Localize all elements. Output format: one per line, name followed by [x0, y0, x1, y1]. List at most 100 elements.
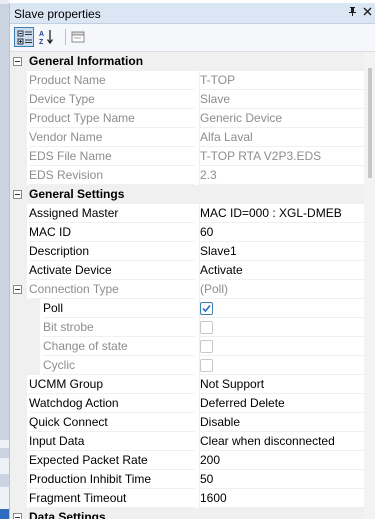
- property-name: Product Type Name: [29, 109, 195, 128]
- property-value[interactable]: 60: [199, 223, 364, 242]
- property-name: Poll: [43, 299, 195, 318]
- property-pages-button[interactable]: [68, 27, 88, 47]
- vertical-scrollbar[interactable]: [364, 52, 375, 519]
- property-value: [199, 356, 364, 375]
- cyclic-checkbox[interactable]: [200, 359, 213, 372]
- property-row-quick-connect[interactable]: Quick Connect Disable: [10, 413, 364, 432]
- property-value: [199, 337, 364, 356]
- property-name: MAC ID: [29, 223, 195, 242]
- property-row-input-data[interactable]: Input Data Clear when disconnected: [10, 432, 364, 451]
- property-row-poll[interactable]: Poll: [10, 299, 364, 318]
- bit-strobe-checkbox[interactable]: [200, 321, 213, 334]
- property-name: Assigned Master: [29, 204, 195, 223]
- property-row-bit-strobe[interactable]: Bit strobe: [10, 318, 364, 337]
- property-row-eds-revision[interactable]: EDS Revision 2.3: [10, 166, 364, 185]
- category-data-settings[interactable]: Data Settings: [10, 508, 364, 519]
- property-name: Activate Device: [29, 261, 195, 280]
- property-row-cyclic[interactable]: Cyclic: [10, 356, 364, 375]
- property-name: EDS File Name: [29, 147, 195, 166]
- property-row-watchdog-action[interactable]: Watchdog Action Deferred Delete: [10, 394, 364, 413]
- property-value: T-TOP: [199, 71, 364, 90]
- property-row-assigned-master[interactable]: Assigned Master MAC ID=000 : XGL-DMEB: [10, 204, 364, 223]
- property-row-change-of-state[interactable]: Change of state: [10, 337, 364, 356]
- dock-strip-mark: [0, 440, 9, 448]
- property-row-connection-type[interactable]: Connection Type (Poll): [10, 280, 364, 299]
- property-name: Expected Packet Rate: [29, 451, 195, 470]
- category-general-information[interactable]: General Information: [10, 52, 364, 71]
- property-row-production-inhibit-time[interactable]: Production Inhibit Time 50: [10, 470, 364, 489]
- pin-icon[interactable]: [346, 6, 359, 19]
- left-dock-strip: [0, 0, 9, 519]
- collapse-icon[interactable]: [13, 513, 22, 519]
- property-name: Production Inhibit Time: [29, 470, 195, 489]
- property-name: Quick Connect: [29, 413, 195, 432]
- svg-text:Z: Z: [39, 39, 44, 45]
- property-name: Watchdog Action: [29, 394, 195, 413]
- poll-checkbox[interactable]: [200, 302, 213, 315]
- category-general-settings[interactable]: General Settings: [10, 185, 364, 204]
- dock-strip-mark: [0, 458, 9, 474]
- property-row-eds-file-name[interactable]: EDS File Name T-TOP RTA V2P3.EDS: [10, 147, 364, 166]
- property-name: Bit strobe: [43, 318, 195, 337]
- property-value[interactable]: Activate: [199, 261, 364, 280]
- dock-strip-top: [0, 0, 9, 4]
- property-row-product-type-name[interactable]: Product Type Name Generic Device: [10, 109, 364, 128]
- category-label: Data Settings: [29, 510, 106, 519]
- change-of-state-checkbox[interactable]: [200, 340, 213, 353]
- panel-title-bar[interactable]: Slave properties: [10, 3, 375, 24]
- property-name: EDS Revision: [29, 166, 195, 185]
- property-value: [199, 318, 364, 337]
- property-row-mac-id[interactable]: MAC ID 60: [10, 223, 364, 242]
- property-value: (Poll): [199, 280, 364, 299]
- property-value: T-TOP RTA V2P3.EDS: [199, 147, 364, 166]
- property-name: Device Type: [29, 90, 195, 109]
- property-value: Alfa Laval: [199, 128, 364, 147]
- property-row-ucmm-group[interactable]: UCMM Group Not Support: [10, 375, 364, 394]
- property-value[interactable]: 1600: [199, 489, 364, 508]
- property-value[interactable]: Disable: [199, 413, 364, 432]
- property-name: Vendor Name: [29, 128, 195, 147]
- property-value[interactable]: MAC ID=000 : XGL-DMEB: [199, 204, 364, 223]
- dock-strip-selection: [0, 509, 9, 519]
- property-value: Generic Device: [199, 109, 364, 128]
- property-row-expected-packet-rate[interactable]: Expected Packet Rate 200: [10, 451, 364, 470]
- toolbar-separator: [65, 29, 66, 45]
- property-row-device-type[interactable]: Device Type Slave: [10, 90, 364, 109]
- categorized-view-button[interactable]: [14, 27, 34, 47]
- property-name: Product Name: [29, 71, 195, 90]
- property-name: Input Data: [29, 432, 195, 451]
- property-grid: General Information Product Name T-TOP D…: [10, 52, 364, 519]
- property-value[interactable]: 50: [199, 470, 364, 489]
- property-value[interactable]: 200: [199, 451, 364, 470]
- property-value[interactable]: Deferred Delete: [199, 394, 364, 413]
- alphabetical-sort-button[interactable]: A Z: [37, 27, 57, 47]
- property-row-fragment-timeout[interactable]: Fragment Timeout 1600: [10, 489, 364, 508]
- property-name: Connection Type: [29, 280, 195, 299]
- property-value: 2.3: [199, 166, 364, 185]
- dock-strip-mark: [0, 487, 9, 509]
- property-value[interactable]: Slave1: [199, 242, 364, 261]
- property-name: Fragment Timeout: [29, 489, 195, 508]
- property-name: Cyclic: [43, 356, 195, 375]
- property-value[interactable]: Clear when disconnected: [199, 432, 364, 451]
- collapse-icon[interactable]: [13, 285, 22, 294]
- property-row-product-name[interactable]: Product Name T-TOP: [10, 71, 364, 90]
- property-row-description[interactable]: Description Slave1: [10, 242, 364, 261]
- collapse-icon[interactable]: [13, 57, 22, 66]
- collapse-icon[interactable]: [13, 190, 22, 199]
- property-name: Description: [29, 242, 195, 261]
- property-name: UCMM Group: [29, 375, 195, 394]
- property-value: [199, 299, 364, 318]
- property-row-vendor-name[interactable]: Vendor Name Alfa Laval: [10, 128, 364, 147]
- property-row-activate-device[interactable]: Activate Device Activate: [10, 261, 364, 280]
- property-name: Change of state: [43, 337, 195, 356]
- svg-text:A: A: [39, 31, 44, 38]
- property-value: Slave: [199, 90, 364, 109]
- close-icon[interactable]: [361, 6, 374, 19]
- scrollbar-thumb[interactable]: [368, 68, 372, 178]
- slave-properties-panel: Slave properties A Z General Information…: [9, 3, 375, 519]
- panel-title: Slave properties: [14, 7, 101, 21]
- property-value[interactable]: Not Support: [199, 375, 364, 394]
- category-label: General Information: [29, 54, 144, 68]
- property-toolbar: A Z: [10, 24, 375, 52]
